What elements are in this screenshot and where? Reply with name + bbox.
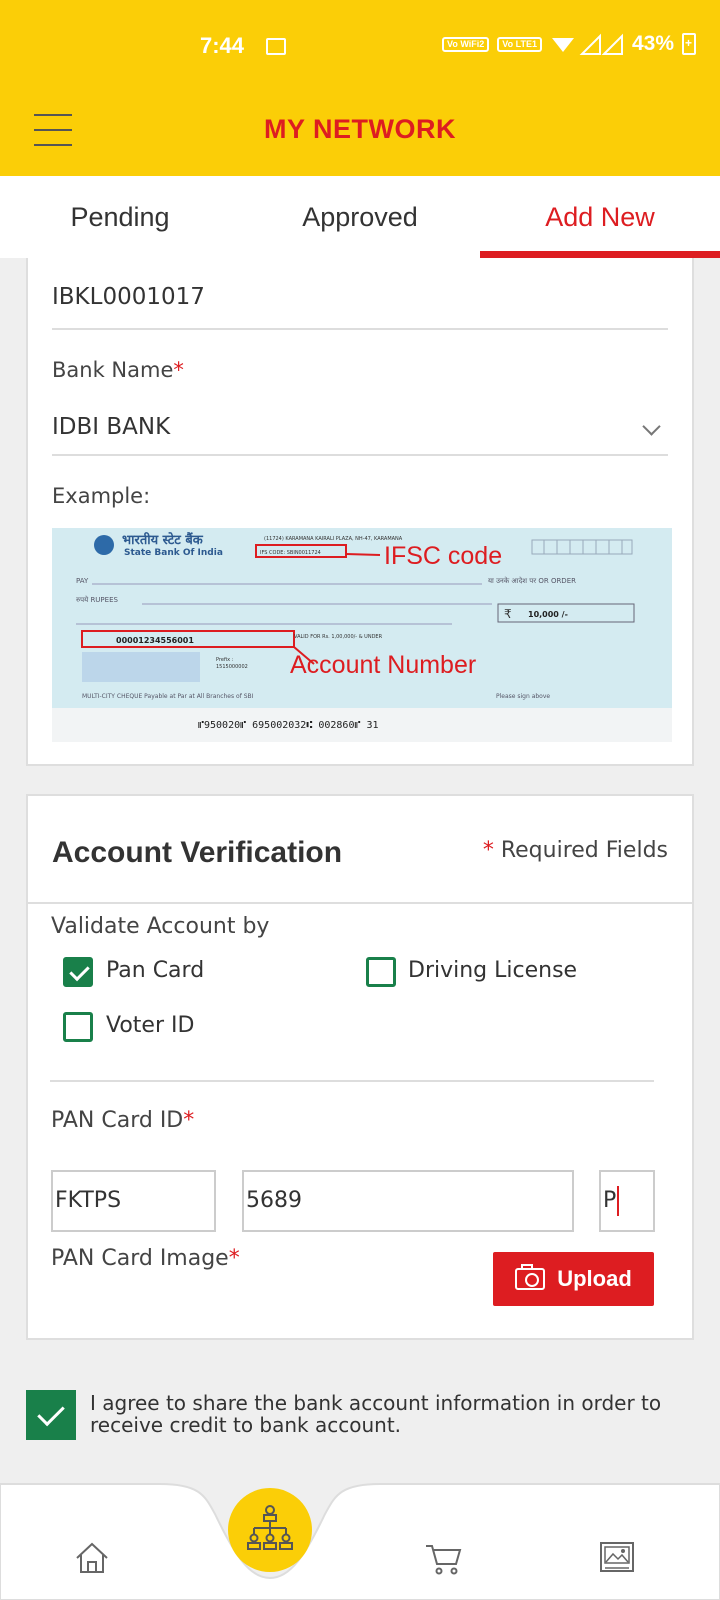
- image-notification-icon: [266, 38, 286, 55]
- cheque-prefix-label: Prefix :: [216, 657, 234, 663]
- agree-checkbox[interactable]: [26, 1390, 76, 1440]
- camera-icon: [515, 1264, 546, 1290]
- ifsc-field[interactable]: IBKL0001017: [52, 284, 205, 310]
- battery-icon: [682, 33, 696, 55]
- section-title: Account Verification: [52, 836, 343, 869]
- pan-part3-input[interactable]: P: [599, 1170, 655, 1232]
- app-bar: MY NETWORK: [0, 94, 720, 176]
- pan-image-label: PAN Card Image*: [51, 1246, 240, 1271]
- sbi-logo: [94, 535, 114, 555]
- pan-id-label: PAN Card ID*: [51, 1108, 195, 1133]
- pan-part3-value: P: [603, 1188, 617, 1213]
- example-label: Example:: [52, 484, 151, 508]
- cheque-account-number: 00001234556001: [116, 636, 194, 645]
- cheque-example-image: भारतीय स्टेट बैंक State Bank Of India (1…: [52, 528, 672, 742]
- battery-percent: 43%: [631, 32, 674, 55]
- pan-card-label: Pan Card: [106, 958, 205, 983]
- card-header: Account Verification * Required Fields: [28, 796, 692, 904]
- status-bar: 7:44 Vo WiFi2 Vo LTE1 43%: [0, 0, 720, 94]
- divider: [50, 1080, 654, 1082]
- signal-icons: [551, 33, 623, 55]
- tab-pending[interactable]: Pending: [0, 176, 240, 258]
- pan-part2-input[interactable]: 5689: [242, 1170, 574, 1232]
- cheque-amount: 10,000 /-: [528, 610, 568, 619]
- agree-text: I agree to share the bank account inform…: [90, 1391, 662, 1437]
- gallery-icon[interactable]: [598, 1538, 638, 1578]
- vowifi-icon: Vo WiFi2: [442, 36, 490, 52]
- driving-license-label: Driving License: [408, 958, 578, 983]
- required-fields-note: * Required Fields: [482, 838, 668, 863]
- bottom-nav-background: [0, 1466, 720, 1600]
- volte-icon: Vo LTE1: [497, 36, 542, 52]
- voter-id-checkbox[interactable]: [63, 1012, 93, 1042]
- cheque-bank-hindi: भारतीय स्टेट बैंक: [122, 532, 204, 548]
- upload-button[interactable]: Upload: [493, 1252, 654, 1306]
- cart-icon[interactable]: [424, 1538, 464, 1578]
- voter-id-label: Voter ID: [106, 1013, 195, 1038]
- cheque-micr-line: ⑈950020⑈ 695002032⑆ 002860⑈ 31: [198, 720, 379, 731]
- status-time: 7:44: [200, 33, 245, 58]
- network-icon: [247, 1505, 293, 1550]
- cheque-bank-english: State Bank Of India: [124, 548, 223, 558]
- cheque-multicity: MULTI-CITY CHEQUE Payable at Par at All …: [82, 693, 254, 700]
- cheque-branch: (11724) KARAMANA KAIRALI PLAZA, NH-47, K…: [264, 536, 403, 542]
- cheque-prefix-value: 1515000002: [216, 664, 248, 670]
- cheque-valid-text: VALID FOR Rs. 1,00,000/- & UNDER: [294, 634, 383, 640]
- tab-add-new[interactable]: Add New: [480, 176, 720, 258]
- cheque-pay: PAY: [76, 577, 89, 585]
- account-annotation: Account Number: [290, 651, 476, 679]
- divider: [52, 328, 668, 330]
- tab-approved[interactable]: Approved: [240, 176, 480, 258]
- pan-card-checkbox[interactable]: [63, 957, 93, 987]
- ifsc-annotation: IFSC code: [384, 542, 502, 570]
- cheque-ifs-code: IFS CODE: SBIN0011724: [260, 550, 321, 556]
- bottom-nav: [0, 1466, 720, 1600]
- home-icon[interactable]: [72, 1538, 112, 1578]
- text-cursor: [617, 1186, 620, 1216]
- pan-part1-input[interactable]: FKTPS: [51, 1170, 216, 1232]
- page-title: MY NETWORK: [264, 114, 456, 144]
- bank-name-select[interactable]: IDBI BANK: [52, 414, 170, 440]
- cheque-or-order: या उनके आदेश पर OR ORDER: [488, 576, 576, 585]
- cheque-sign-above: Please sign above: [496, 693, 550, 700]
- validate-label: Validate Account by: [51, 914, 270, 939]
- cheque-rupees: रुपये RUPEES: [76, 595, 119, 604]
- status-indicators: Vo WiFi2 Vo LTE1 43%: [442, 32, 696, 56]
- tab-bar: Pending Approved Add New: [0, 176, 720, 258]
- chevron-down-icon[interactable]: [642, 417, 661, 436]
- svg-text:₹: ₹: [504, 607, 512, 621]
- divider: [52, 454, 668, 456]
- bank-name-label: Bank Name*: [52, 358, 184, 382]
- driving-license-checkbox[interactable]: [366, 957, 396, 987]
- network-button[interactable]: [228, 1488, 312, 1572]
- bank-details-card: IBKL0001017 Bank Name* IDBI BANK Example…: [26, 258, 694, 766]
- upload-label: Upload: [557, 1266, 632, 1291]
